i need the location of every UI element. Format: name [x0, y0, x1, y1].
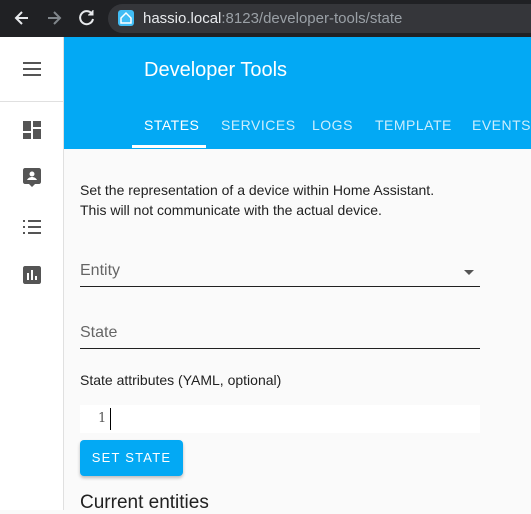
address-bar[interactable]: hassio.local:8123/developer-tools/state	[108, 4, 531, 33]
active-tab-indicator	[132, 145, 206, 148]
history-chart-icon[interactable]	[20, 263, 44, 287]
tab-logs[interactable]: LOGS	[312, 117, 353, 133]
back-arrow-icon[interactable]	[12, 8, 32, 28]
entity-label: Entity	[80, 262, 121, 279]
description-line-1: Set the representation of a device withi…	[80, 182, 435, 198]
logbook-list-icon[interactable]	[20, 215, 44, 239]
line-number: 1	[98, 411, 107, 426]
url-text: hassio.local:8123/developer-tools/state	[143, 10, 403, 27]
dropdown-arrow-icon[interactable]	[464, 270, 474, 275]
app-header: Developer Tools STATES SERVICES LOGS TEM…	[64, 37, 531, 149]
set-state-button[interactable]: SET STATE	[80, 440, 183, 476]
description-line-2: This will not communicate with the actua…	[80, 202, 382, 218]
current-entities-heading: Current entities	[80, 492, 209, 513]
tab-template[interactable]: TEMPLATE	[375, 117, 452, 133]
text-cursor	[110, 408, 111, 430]
map-marker-icon[interactable]	[20, 165, 44, 189]
states-panel: Set the representation of a device withi…	[64, 149, 531, 513]
home-assistant-favicon-icon	[118, 10, 134, 26]
dashboard-icon[interactable]	[20, 118, 44, 142]
menu-icon[interactable]	[20, 57, 44, 81]
attributes-label: State attributes (YAML, optional)	[80, 372, 282, 388]
description: Set the representation of a device withi…	[80, 180, 434, 220]
tab-services[interactable]: SERVICES	[221, 117, 296, 133]
entity-dropdown[interactable]: Entity	[80, 256, 480, 287]
page-title: Developer Tools	[144, 59, 288, 81]
state-label: State	[80, 324, 118, 341]
tab-events[interactable]: EVENTS	[472, 117, 531, 133]
sidebar	[0, 37, 64, 510]
sidebar-header	[0, 37, 63, 102]
yaml-editor[interactable]: 1	[80, 405, 480, 433]
state-input[interactable]: State	[80, 318, 480, 349]
reload-icon[interactable]	[77, 8, 97, 28]
forward-arrow-icon[interactable]	[44, 8, 64, 28]
browser-toolbar: hassio.local:8123/developer-tools/state	[0, 0, 531, 37]
tab-states[interactable]: STATES	[144, 117, 199, 133]
